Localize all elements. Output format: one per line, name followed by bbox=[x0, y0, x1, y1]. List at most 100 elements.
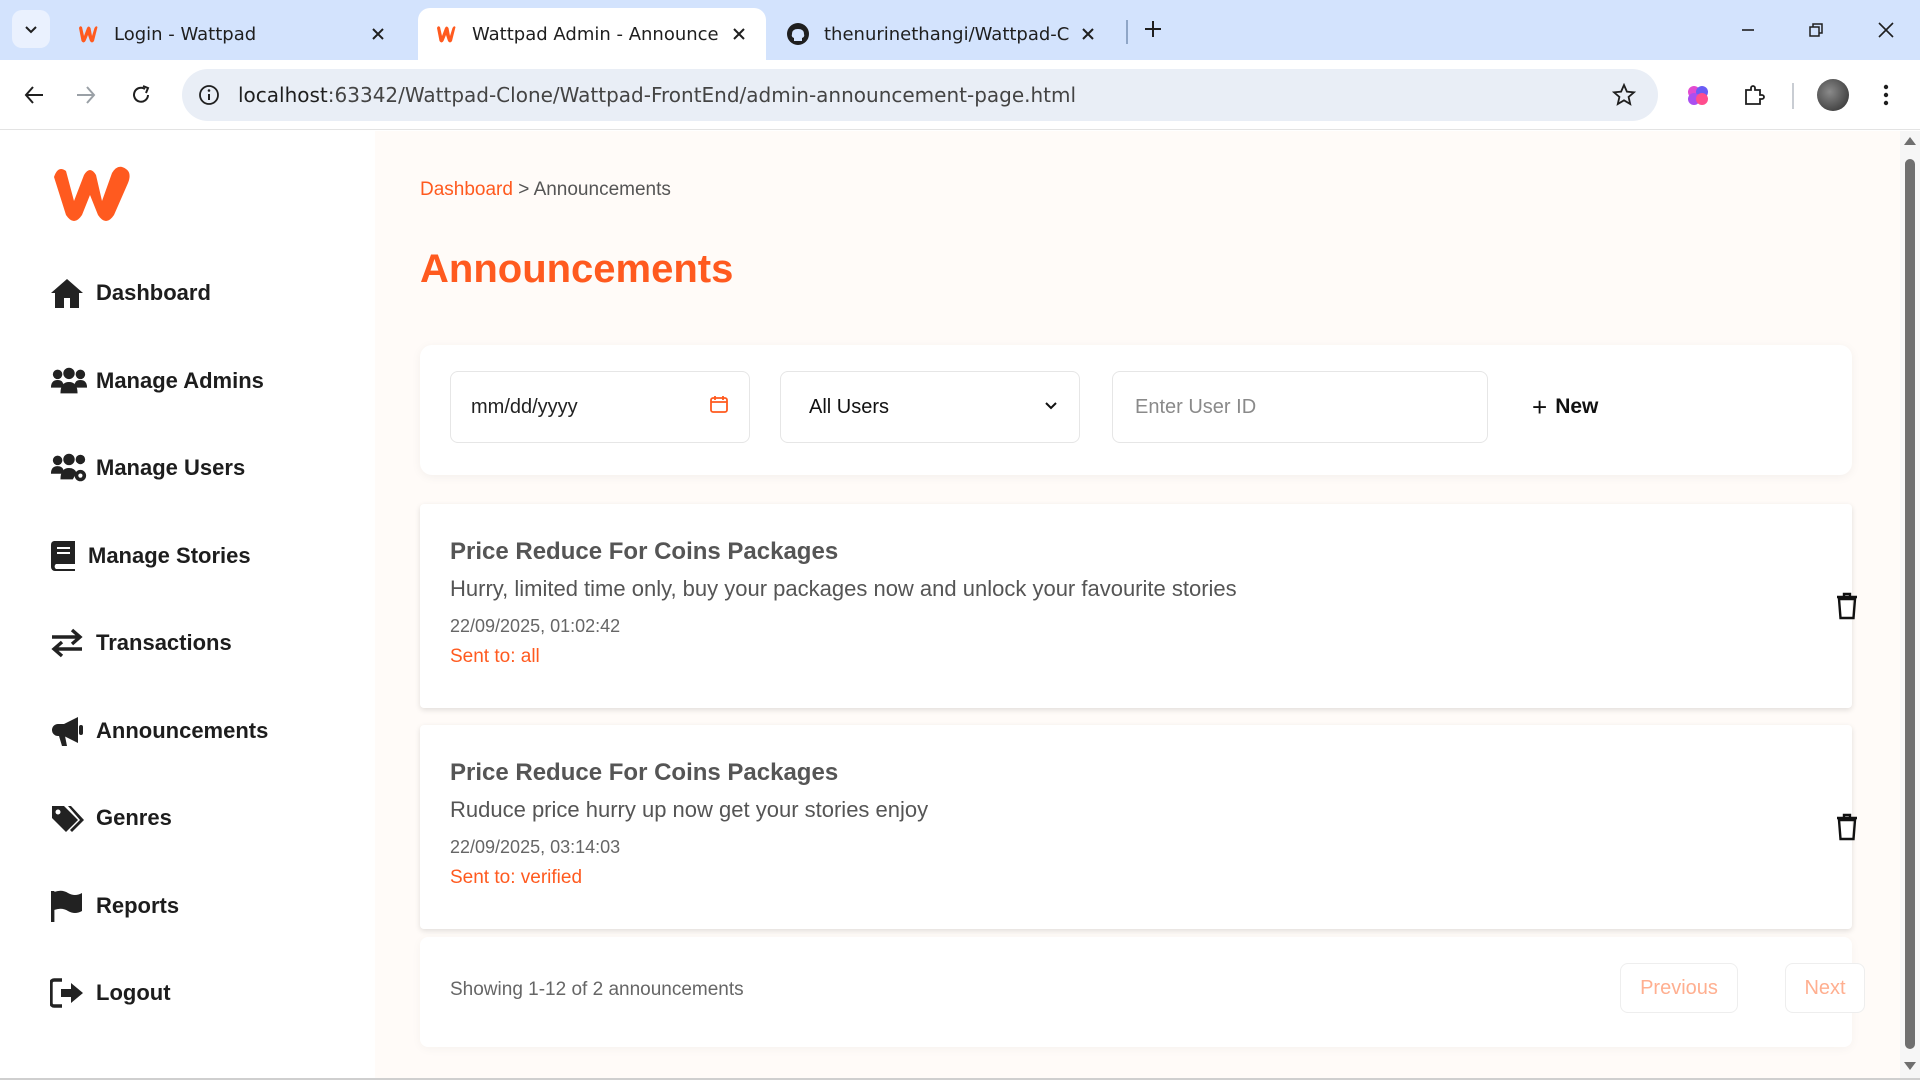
pagination-info: Showing 1-12 of 2 announcements bbox=[450, 979, 744, 1000]
user-id-input[interactable]: Enter User ID bbox=[1112, 371, 1488, 443]
sidebar-item-label: Manage Stories bbox=[88, 543, 251, 568]
wattpad-icon bbox=[434, 22, 458, 46]
announcement-body: Ruduce price hurry up now get your stori… bbox=[450, 797, 929, 822]
tab-github[interactable]: thenurinethangi/Wattpad-Clone bbox=[770, 8, 1115, 60]
browser-tab-bar: Login - Wattpad Wattpad Admin - Announce… bbox=[0, 0, 1920, 60]
plus-icon bbox=[1145, 21, 1161, 37]
sidebar-item-label: Genres bbox=[96, 805, 172, 830]
sidebar-item-reports[interactable]: Reports bbox=[50, 886, 179, 926]
next-page-button[interactable]: Next bbox=[1785, 963, 1865, 1013]
announcement-body: Hurry, limited time only, buy your packa… bbox=[450, 576, 1237, 601]
site-info-icon[interactable] bbox=[194, 80, 224, 110]
announcement-recipient: Sent to: all bbox=[450, 646, 540, 667]
sidebar-item-logout[interactable]: Logout bbox=[50, 973, 171, 1013]
audience-selected-value: All Users bbox=[809, 395, 890, 418]
announcement-timestamp: 22/09/2025, 01:02:42 bbox=[450, 616, 621, 636]
url-text: localhost:63342/Wattpad-Clone/Wattpad-Fr… bbox=[238, 83, 1076, 107]
sidebar-item-genres[interactable]: Genres bbox=[50, 798, 172, 838]
close-icon[interactable] bbox=[728, 23, 750, 45]
megaphone-icon bbox=[50, 713, 88, 749]
extension-brain-icon[interactable] bbox=[1680, 77, 1716, 113]
announcement-card: Price Reduce For Coins Packages Ruduce p… bbox=[420, 725, 1857, 929]
window-close-button[interactable] bbox=[1866, 10, 1906, 50]
calendar-icon[interactable] bbox=[709, 394, 729, 420]
wattpad-icon bbox=[76, 22, 100, 46]
profile-avatar[interactable] bbox=[1817, 79, 1849, 111]
page-title: Announcements bbox=[420, 247, 734, 291]
breadcrumb-link-dashboard[interactable]: Dashboard bbox=[420, 179, 513, 200]
new-tab-button[interactable] bbox=[1136, 12, 1170, 46]
forward-button[interactable] bbox=[66, 75, 106, 115]
tab-title: Login - Wattpad bbox=[114, 23, 257, 45]
trash-icon[interactable] bbox=[1832, 811, 1862, 843]
sidebar-item-transactions[interactable]: Transactions bbox=[50, 623, 232, 663]
home-icon bbox=[50, 275, 88, 311]
sidebar-item-label: Manage Users bbox=[96, 455, 246, 480]
url-host: localhost bbox=[238, 83, 328, 107]
bookmark-star-icon[interactable] bbox=[1610, 81, 1638, 109]
reload-button[interactable] bbox=[121, 75, 161, 115]
flag-icon bbox=[50, 888, 88, 924]
restore-icon bbox=[1809, 23, 1823, 37]
extensions-puzzle-icon[interactable] bbox=[1736, 77, 1772, 113]
back-button[interactable] bbox=[14, 75, 54, 115]
breadcrumb-current: Announcements bbox=[533, 179, 671, 200]
minimize-button[interactable] bbox=[1728, 10, 1768, 50]
users-icon bbox=[50, 363, 88, 399]
scroll-down-arrow-icon[interactable] bbox=[1904, 1062, 1916, 1070]
close-icon[interactable] bbox=[1077, 23, 1099, 45]
reload-icon bbox=[133, 85, 150, 103]
sidebar-item-manage-users[interactable]: Manage Users bbox=[50, 448, 245, 488]
scrollbar-thumb[interactable] bbox=[1905, 159, 1915, 1049]
toolbar-separator bbox=[1792, 83, 1794, 109]
plus-icon: + bbox=[1532, 391, 1548, 422]
date-filter-input[interactable]: mm/dd/yyyy bbox=[450, 371, 750, 443]
browser-menu-icon[interactable] bbox=[1868, 77, 1904, 113]
close-icon[interactable] bbox=[367, 23, 389, 45]
sidebar: Dashboard Manage Admins Manage Users Man… bbox=[0, 131, 375, 1078]
scroll-up-arrow-icon[interactable] bbox=[1904, 137, 1916, 145]
restore-button[interactable] bbox=[1796, 10, 1836, 50]
arrow-right-icon bbox=[77, 86, 96, 104]
announcement-title: Price Reduce For Coins Packages bbox=[450, 759, 839, 786]
users-gear-icon bbox=[50, 450, 88, 486]
sidebar-item-label: Manage Admins bbox=[96, 368, 264, 393]
tab-announcements[interactable]: Wattpad Admin - Announcements bbox=[418, 8, 766, 60]
new-announcement-button[interactable]: + New bbox=[1532, 389, 1598, 425]
date-placeholder: mm/dd/yyyy bbox=[471, 395, 578, 418]
filter-bar: mm/dd/yyyy All Users Enter User ID + New bbox=[420, 345, 1852, 475]
breadcrumb-separator: > bbox=[512, 179, 534, 200]
wattpad-logo[interactable] bbox=[50, 161, 134, 227]
new-button-label: New bbox=[1555, 395, 1599, 418]
arrows-exchange-icon bbox=[50, 625, 88, 661]
page-scrollbar[interactable] bbox=[1900, 131, 1920, 1078]
pagination-bar: Showing 1-12 of 2 announcements Previous… bbox=[420, 937, 1865, 1047]
browser-toolbar: localhost:63342/Wattpad-Clone/Wattpad-Fr… bbox=[0, 60, 1920, 130]
sidebar-item-manage-admins[interactable]: Manage Admins bbox=[50, 361, 264, 401]
breadcrumb: Dashboard > Announcements bbox=[420, 179, 671, 201]
tab-search-button[interactable] bbox=[12, 10, 50, 48]
tab-login[interactable]: Login - Wattpad bbox=[60, 8, 405, 60]
trash-icon[interactable] bbox=[1832, 590, 1862, 622]
sidebar-item-announcements[interactable]: Announcements bbox=[50, 711, 268, 751]
announcement-title: Price Reduce For Coins Packages bbox=[450, 538, 839, 565]
chevron-down-icon bbox=[25, 26, 37, 34]
tags-icon bbox=[50, 800, 88, 836]
address-bar[interactable]: localhost:63342/Wattpad-Clone/Wattpad-Fr… bbox=[182, 69, 1658, 121]
sidebar-item-label: Logout bbox=[96, 980, 171, 1005]
github-icon bbox=[786, 22, 810, 46]
page-viewport: Dashboard Manage Admins Manage Users Man… bbox=[0, 131, 1900, 1078]
chevron-down-icon bbox=[1043, 396, 1059, 419]
sidebar-item-manage-stories[interactable]: Manage Stories bbox=[50, 536, 251, 576]
sidebar-item-dashboard[interactable]: Dashboard bbox=[50, 273, 211, 313]
logout-icon bbox=[50, 975, 88, 1011]
arrow-left-icon bbox=[24, 86, 43, 104]
tab-title: thenurinethangi/Wattpad-Clone bbox=[824, 23, 1069, 45]
audience-select[interactable]: All Users bbox=[780, 371, 1080, 443]
sidebar-item-label: Reports bbox=[96, 893, 180, 918]
sidebar-item-label: Announcements bbox=[96, 718, 269, 743]
close-icon bbox=[1878, 22, 1894, 38]
minimize-icon bbox=[1742, 29, 1754, 31]
previous-page-button[interactable]: Previous bbox=[1620, 963, 1738, 1013]
sidebar-item-label: Dashboard bbox=[96, 280, 211, 305]
